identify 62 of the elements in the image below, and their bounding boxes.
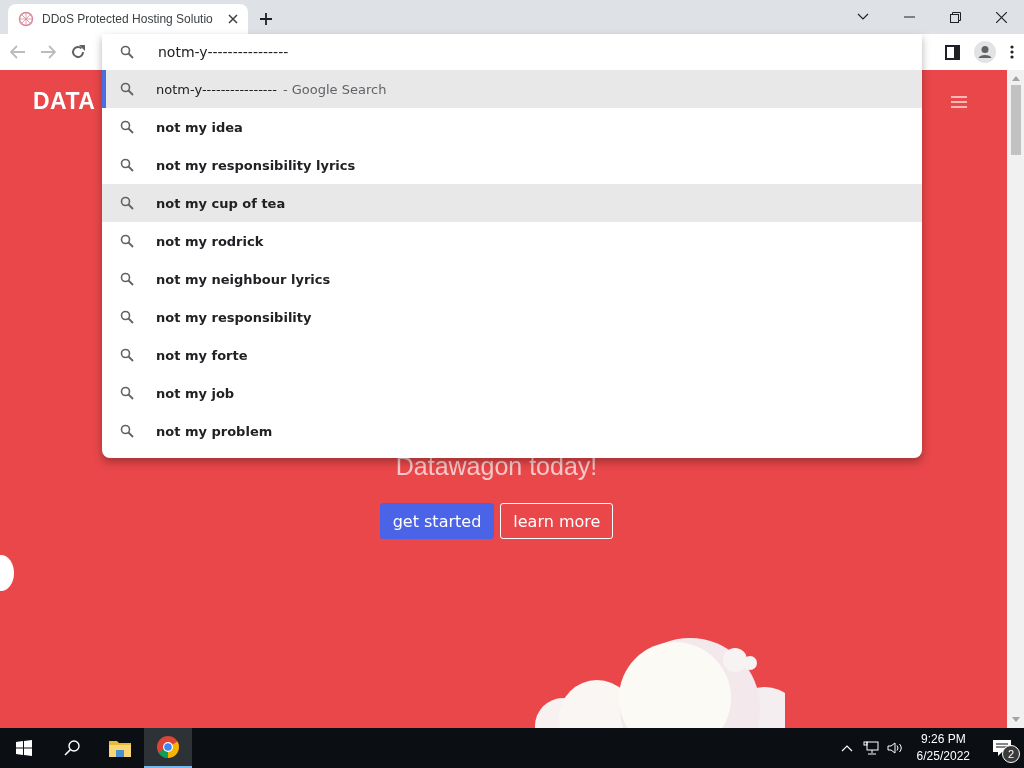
browser-tab[interactable]: DDoS Protected Hosting Solutio xyxy=(8,4,248,34)
suggestion-item[interactable]: not my neighbour lyrics xyxy=(102,260,922,298)
close-icon[interactable] xyxy=(228,14,238,24)
clock-time[interactable]: 9:26 PM xyxy=(920,731,966,748)
suggestion-item[interactable]: not my job xyxy=(102,374,922,412)
search-icon xyxy=(120,196,134,210)
search-icon xyxy=(120,272,134,286)
suggestion-item[interactable]: not my idea xyxy=(102,108,922,146)
search-icon xyxy=(120,424,134,438)
suggestion-text: not my rodrick xyxy=(156,233,264,249)
side-panel-icon[interactable] xyxy=(945,44,960,60)
globe-icon xyxy=(18,11,34,27)
suggestion-text: not my responsibility lyrics xyxy=(156,157,356,173)
chevron-down-icon[interactable] xyxy=(857,13,869,21)
suggestion-item[interactable]: not my problem xyxy=(102,412,922,450)
restore-icon[interactable] xyxy=(949,11,961,23)
hero-tagline: Datawagon today! xyxy=(395,452,598,481)
search-icon xyxy=(120,348,134,362)
profile-icon[interactable] xyxy=(974,41,996,63)
search-icon xyxy=(120,386,134,400)
search-icon xyxy=(120,45,134,59)
suggestion-item[interactable]: not my responsibility xyxy=(102,298,922,336)
suggestion-text: not my cup of tea xyxy=(156,195,286,211)
search-icon xyxy=(120,82,134,96)
suggestion-item[interactable]: not my cup of tea xyxy=(102,184,922,222)
plus-icon[interactable] xyxy=(259,12,273,26)
address-field[interactable]: notm-y---------------- xyxy=(156,43,922,61)
close-window-icon[interactable] xyxy=(995,11,1007,23)
outline-button[interactable]: learn more xyxy=(500,503,614,539)
suggestion-text: not my neighbour lyrics xyxy=(156,271,331,287)
clock-date[interactable]: 6/25/2022 xyxy=(916,748,970,765)
suggestion-text: not my forte xyxy=(156,347,248,363)
folder-icon[interactable] xyxy=(109,739,131,757)
minimize-icon[interactable] xyxy=(903,16,915,18)
site-logo: DATA xyxy=(33,88,96,115)
search-icon xyxy=(120,158,134,172)
chevron-up-icon[interactable] xyxy=(840,744,853,752)
suggestion-text: not my job xyxy=(156,385,235,401)
search-icon xyxy=(120,310,134,324)
windows-start-icon[interactable] xyxy=(16,740,32,756)
search-icon xyxy=(120,120,134,134)
scrollbar[interactable] xyxy=(1007,70,1024,728)
suggestion-item[interactable]: not my rodrick xyxy=(102,222,922,260)
search-icon[interactable] xyxy=(64,740,80,756)
menu-dots-icon[interactable] xyxy=(1010,45,1014,59)
reload-icon[interactable] xyxy=(70,44,86,60)
suggestion-text: not my responsibility xyxy=(156,309,312,325)
suggestion-item[interactable]: not my forte xyxy=(102,336,922,374)
network-icon[interactable] xyxy=(862,741,879,755)
suggestion-text: notm-y---------------- xyxy=(156,81,277,97)
speaker-icon[interactable] xyxy=(886,741,903,755)
scrollbar-thumb[interactable] xyxy=(1010,85,1021,155)
suggestion-item[interactable]: notm-y---------------- - Google Search xyxy=(102,70,922,108)
suggestion-text: not my idea xyxy=(156,119,243,135)
search-icon xyxy=(120,234,134,248)
suggestion-text: not my problem xyxy=(156,423,273,439)
notification-count: 2 xyxy=(1002,745,1020,763)
suggestion-hint: - Google Search xyxy=(282,81,387,97)
tab-title: DDoS Protected Hosting Solutio xyxy=(42,12,214,26)
primary-button[interactable]: get started xyxy=(379,503,495,539)
chrome-icon[interactable] xyxy=(157,736,179,758)
suggestion-item[interactable]: not my responsibility lyrics xyxy=(102,146,922,184)
